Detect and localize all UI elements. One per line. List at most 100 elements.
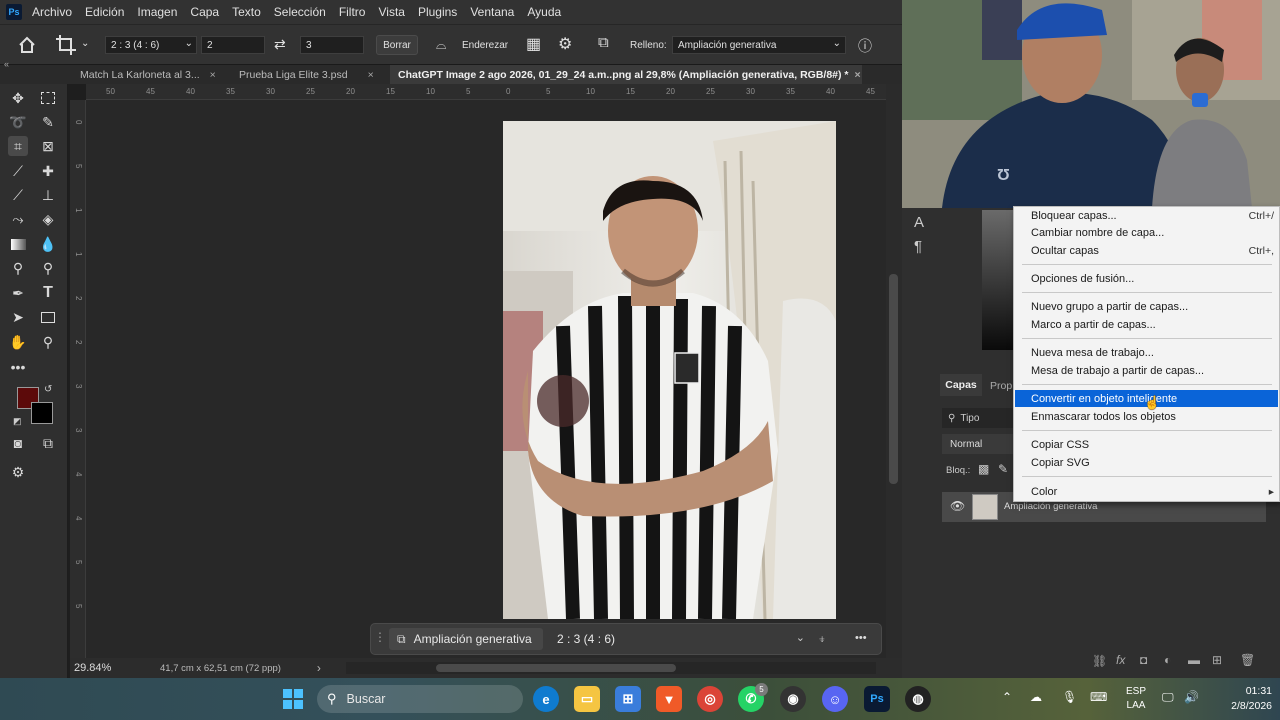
brave-icon[interactable]: ▼ — [656, 686, 682, 712]
content-aware-crop-icon[interactable]: ⧉ — [598, 34, 609, 51]
horizontal-scrollbar[interactable] — [346, 662, 876, 674]
adjustment-layer-icon[interactable]: ◐ — [1164, 653, 1171, 667]
screen-mode-icon[interactable]: ⧉ — [38, 433, 58, 453]
healing-brush-tool-icon[interactable]: ✚ — [38, 161, 58, 181]
pen-tool-icon[interactable]: ✒ — [8, 283, 28, 303]
tab-chatgpt-image[interactable]: ChatGPT Image 2 ago 2026, 01_29_24 a.m..… — [390, 65, 862, 85]
edge-icon[interactable]: e — [533, 686, 559, 712]
layer-name[interactable]: Ampliación generativa — [1004, 501, 1097, 512]
layers-tab[interactable]: Capas — [940, 374, 982, 396]
generative-expand-button[interactable]: ⧉ Ampliación generativa — [389, 628, 543, 650]
close-icon[interactable]: × — [210, 69, 216, 81]
ratio-select[interactable]: 2 : 3 (4 : 6) ⌄ — [105, 36, 197, 54]
sponge-tool-icon[interactable]: ⚲ — [38, 258, 58, 278]
menu-item-lock-layers[interactable]: Bloquear capas... Ctrl+/ — [1015, 207, 1278, 224]
menu-imagen[interactable]: Imagen — [137, 5, 177, 19]
ratio-dropdown[interactable]: 2 : 3 (4 : 6) ⌄ — [551, 628, 809, 650]
menu-item-hide-layers[interactable]: Ocultar capas Ctrl+, — [1015, 242, 1278, 259]
menu-seleccion[interactable]: Selección — [274, 5, 326, 19]
discord-icon[interactable]: ☺ — [822, 686, 848, 712]
menu-ayuda[interactable]: Ayuda — [527, 5, 561, 19]
background-color-swatch[interactable] — [31, 402, 53, 424]
width-input[interactable]: 2 — [201, 36, 265, 54]
menu-edicion[interactable]: Edición — [85, 5, 124, 19]
tab-prueba-liga-elite[interactable]: Prueba Liga Elite 3.psd × — [231, 65, 389, 85]
menu-item-blending-options[interactable]: Opciones de fusión... — [1015, 270, 1278, 287]
chevron-down-icon[interactable]: ⌄ — [81, 38, 89, 49]
menu-item-copy-svg[interactable]: Copiar SVG — [1015, 454, 1278, 471]
menu-capa[interactable]: Capa — [190, 5, 219, 19]
gradient-tool-icon[interactable] — [8, 234, 28, 254]
tray-app-icon[interactable]: ☁ — [1030, 690, 1042, 704]
dodge-tool-icon[interactable]: ⚲ — [8, 258, 28, 278]
frame-tool-icon[interactable]: ⊠ — [38, 136, 58, 156]
menu-item-new-artboard[interactable]: Nueva mesa de trabajo... — [1015, 344, 1278, 361]
edit-toolbar-icon[interactable]: ⚙ — [8, 462, 28, 482]
chrome-icon[interactable]: ◎ — [697, 686, 723, 712]
hand-tool-icon[interactable]: ✋ — [8, 332, 28, 352]
grid-overlay-icon[interactable]: ▦ — [526, 34, 541, 54]
zoom-level[interactable]: 29.84% — [74, 662, 154, 674]
properties-tab[interactable]: Prop — [990, 380, 1012, 392]
close-icon[interactable]: × — [855, 69, 861, 81]
menu-item-new-group[interactable]: Nuevo grupo a partir de capas... — [1015, 298, 1278, 315]
collapse-icon[interactable]: « — [4, 59, 9, 69]
path-selection-tool-icon[interactable]: ➤ — [8, 307, 28, 327]
lock-transparency-icon[interactable]: ▩ — [978, 462, 989, 476]
delete-layer-icon[interactable]: 🗑 — [1240, 653, 1255, 667]
photoshop-logo-icon[interactable]: Ps — [6, 4, 22, 20]
swap-colors-icon[interactable]: ↺ — [44, 384, 52, 395]
network-icon[interactable]: 🖵 — [1162, 690, 1174, 705]
status-menu-arrow[interactable]: › — [317, 661, 321, 675]
menu-item-copy-css[interactable]: Copiar CSS — [1015, 436, 1278, 453]
davinci-resolve-icon[interactable]: ◉ — [780, 686, 806, 712]
menu-archivo[interactable]: Archivo — [32, 5, 72, 19]
document-size[interactable]: 41,7 cm x 62,51 cm (72 ppp) — [160, 663, 281, 674]
tab-match-la-karloneta[interactable]: Match La Karloneta al 3... × — [72, 65, 230, 85]
volume-icon[interactable]: 🔊 — [1184, 690, 1199, 704]
zoom-tool-icon[interactable]: ⚲ — [38, 332, 58, 352]
document-image[interactable] — [503, 121, 836, 619]
scroll-thumb[interactable] — [889, 274, 898, 484]
menu-ventana[interactable]: Ventana — [470, 5, 514, 19]
close-icon[interactable]: × — [368, 69, 374, 81]
stamp-tool-icon[interactable]: ⊥ — [38, 185, 58, 205]
menu-item-rename-layer[interactable]: Cambiar nombre de capa... — [1015, 224, 1278, 241]
crop-tool-icon[interactable] — [55, 34, 77, 56]
language-indicator[interactable]: ESP LAA — [1122, 683, 1150, 715]
blur-tool-icon[interactable]: 💧 — [38, 234, 58, 254]
eyedropper-tool-icon[interactable]: ⟋ — [8, 161, 28, 181]
move-tool-icon[interactable]: ✥ — [8, 88, 28, 108]
microphone-icon[interactable]: 🎙 — [1062, 690, 1077, 704]
obs-icon[interactable]: ◍ — [905, 686, 931, 712]
clock[interactable]: 01:31 2/8/2026 — [1210, 683, 1272, 715]
magic-wand-tool-icon[interactable]: ✎ — [38, 112, 58, 132]
layer-style-icon[interactable]: fx — [1116, 653, 1125, 667]
layer-filter-field[interactable]: ⚲ Tipo — [942, 408, 1022, 428]
crop-tool-icon[interactable]: ⌗ — [8, 136, 28, 156]
menu-item-artboard-from-layers[interactable]: Mesa de trabajo a partir de capas... — [1015, 362, 1278, 379]
menu-plugins[interactable]: Plugins — [418, 5, 457, 19]
link-layers-icon[interactable]: ⛓ — [1092, 654, 1107, 668]
file-explorer-icon[interactable]: ▭ — [574, 686, 600, 712]
color-picker-gradient[interactable] — [982, 210, 1016, 350]
add-mask-icon[interactable]: ◘ — [1140, 653, 1147, 667]
new-group-icon[interactable]: ▬ — [1188, 653, 1200, 667]
vertical-scrollbar[interactable] — [886, 84, 902, 658]
photoshop-taskbar-icon[interactable]: Ps — [864, 686, 890, 712]
tray-chevron-up-icon[interactable]: ⌃ — [1002, 690, 1012, 704]
paragraph-panel-icon[interactable]: ¶ — [914, 238, 922, 255]
gear-icon[interactable]: ⚙ — [558, 34, 572, 54]
menu-item-frame-from-layers[interactable]: Marco a partir de capas... — [1015, 316, 1278, 333]
fill-select[interactable]: Ampliación generativa ⌄ — [672, 36, 846, 54]
brush-tool-icon[interactable]: ⟋ — [8, 185, 28, 205]
drag-handle-icon[interactable]: ⋮ — [374, 630, 386, 644]
eye-icon[interactable]: 👁 — [950, 499, 965, 513]
menu-vista[interactable]: Vista — [378, 5, 404, 19]
menu-filtro[interactable]: Filtro — [339, 5, 366, 19]
pin-bar-icon[interactable]: ⍖ — [818, 631, 826, 647]
marquee-tool-icon[interactable] — [38, 88, 58, 108]
blend-mode-select[interactable]: Normal — [942, 434, 1022, 454]
rectangle-tool-icon[interactable] — [38, 307, 58, 327]
horizontal-scroll-thumb[interactable] — [436, 664, 676, 672]
